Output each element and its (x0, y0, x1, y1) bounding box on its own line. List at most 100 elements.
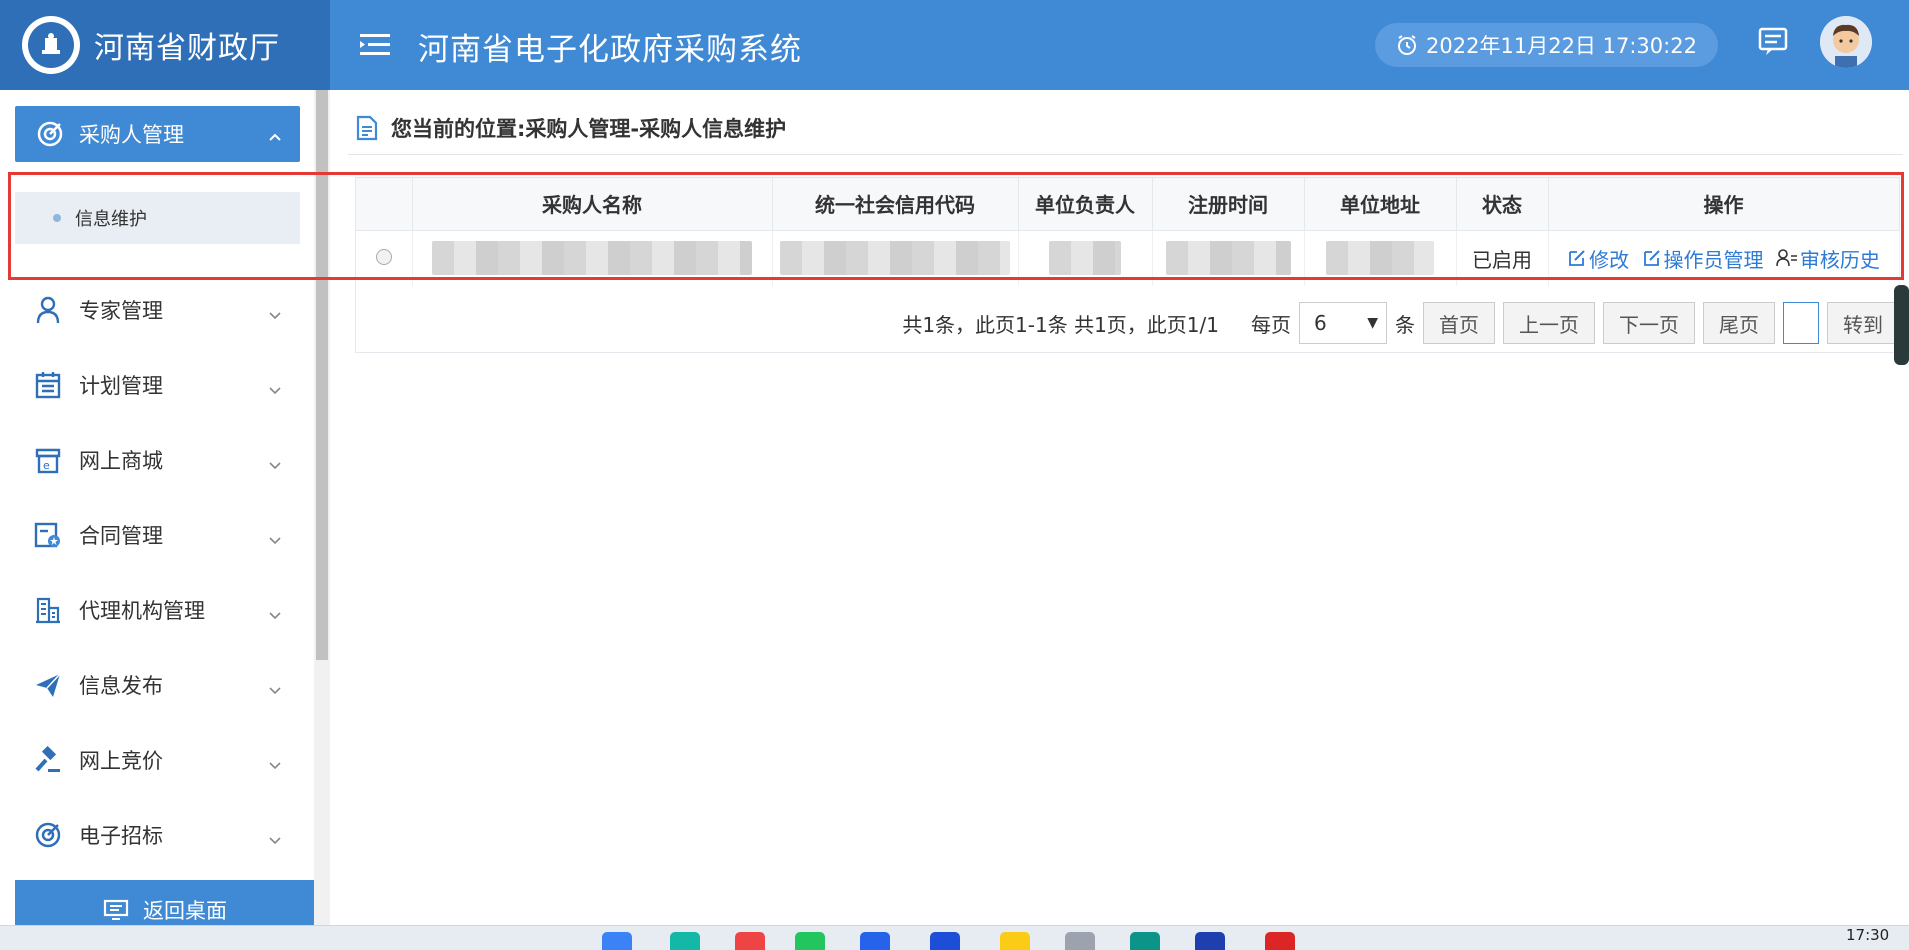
paper-plane-icon (33, 670, 63, 700)
clock-icon (1398, 35, 1417, 55)
avatar[interactable] (1820, 16, 1872, 68)
sidebar-item-label: 信息发布 (79, 674, 163, 698)
goto-button[interactable]: 转到 (1827, 302, 1899, 344)
col-operations: 操作 (1548, 178, 1900, 231)
sidebar-item-purchaser[interactable]: 采购人管理 (15, 106, 300, 162)
bullet-dot (53, 214, 61, 222)
person-icon (33, 295, 63, 325)
redacted-register-time (1165, 241, 1291, 276)
prev-page-button[interactable]: 上一页 (1503, 302, 1595, 344)
chevron-down-icon (268, 527, 282, 551)
os-taskbar: 17:30 (0, 925, 1909, 950)
col-register-time: 注册时间 (1152, 178, 1305, 231)
breadcrumb-text: 您当前的位置:采购人管理-采购人信息维护 (391, 117, 787, 141)
sidebar-item-contract[interactable]: 合同管理 (0, 505, 300, 565)
per-page-value: 6 (1314, 311, 1327, 335)
sidebar-item-label: 网上竞价 (79, 749, 163, 773)
col-purchaser-name: 采购人名称 (412, 178, 773, 231)
document-icon (356, 115, 378, 141)
taskbar-app-icon[interactable] (1195, 932, 1225, 950)
divider (348, 154, 1903, 155)
redacted-unit-head (1049, 241, 1121, 276)
sidebar-item-expert[interactable]: 专家管理 (0, 280, 300, 340)
operator-manage-link[interactable]: 操作员管理 (1642, 244, 1764, 273)
goto-page-input[interactable] (1783, 302, 1819, 344)
per-page-unit: 条 (1395, 312, 1415, 337)
menu-toggle-icon[interactable] (358, 28, 392, 62)
gavel-icon (33, 745, 63, 775)
taskbar-app-icon[interactable] (930, 932, 960, 950)
table-row: 已启用 修改 操作员管理 审核历史 (356, 230, 1900, 286)
sidebar-item-agency[interactable]: 代理机构管理 (0, 580, 300, 640)
chevron-down-icon (268, 827, 282, 851)
audit-history-link[interactable]: 审核历史 (1776, 244, 1880, 273)
sidebar-item-plan[interactable]: 计划管理 (0, 355, 300, 415)
sidebar-item-publish[interactable]: 信息发布 (0, 655, 300, 715)
sidebar-item-etender[interactable]: 电子招标 (0, 805, 300, 865)
col-select (356, 178, 413, 231)
main-content: 您当前的位置:采购人管理-采购人信息维护 采购人名称 统一社会信用代码 单位负责… (330, 90, 1909, 925)
monitor-icon (103, 899, 129, 920)
taskbar-app-icon[interactable] (1130, 932, 1160, 950)
top-header: 河南省财政厅 河南省电子化政府采购系统 2022年11月22日 17:30:22 (0, 0, 1909, 90)
emblem-logo (22, 16, 80, 74)
operator-manage-label: 操作员管理 (1663, 247, 1764, 272)
per-page-select[interactable]: 6 ▼ (1299, 302, 1387, 344)
purchaser-table: 采购人名称 统一社会信用代码 单位负责人 注册时间 单位地址 状态 操作 已启用… (355, 177, 1900, 353)
target-icon (33, 820, 63, 850)
col-unit-head: 单位负责人 (1018, 178, 1153, 231)
chevron-up-icon (268, 123, 282, 147)
audit-history-label: 审核历史 (1799, 247, 1880, 272)
sidebar-item-label: 采购人管理 (79, 123, 184, 147)
sidebar-item-label: 合同管理 (79, 524, 163, 548)
pager-summary: 共1条，此页1-1条 共1页，此页1/1 (902, 312, 1219, 337)
status-cell: 已启用 (1456, 230, 1549, 286)
taskbar-app-icon[interactable] (670, 932, 700, 950)
sidebar-item-mall[interactable]: e 网上商城 (0, 430, 300, 490)
chevron-down-icon (268, 452, 282, 476)
contract-icon (33, 520, 63, 550)
taskbar-app-icon[interactable] (860, 932, 890, 950)
taskbar-app-icon[interactable] (1065, 932, 1095, 950)
col-credit-code: 统一社会信用代码 (772, 178, 1019, 231)
brand-area: 河南省财政厅 (0, 0, 330, 90)
sidebar-item-label: 代理机构管理 (79, 599, 205, 623)
sidebar-item-bidding[interactable]: 网上竞价 (0, 730, 300, 790)
first-page-button[interactable]: 首页 (1423, 302, 1495, 344)
taskbar-app-icon[interactable] (1000, 932, 1030, 950)
col-status: 状态 (1456, 178, 1549, 231)
sidebar-subitem-info-maintenance[interactable]: 信息维护 (15, 192, 300, 244)
sidebar: 采购人管理 信息维护 专家管理 计划管理 e 网上商城 合同管理 代理机构管理 … (0, 90, 330, 940)
store-icon: e (33, 445, 63, 475)
chevron-down-icon (268, 302, 282, 326)
taskbar-app-icon[interactable] (795, 932, 825, 950)
per-page-label: 每页 (1251, 312, 1291, 337)
pagination: 共1条，此页1-1条 共1页，此页1/1 每页 6 ▼ 条 首页 上一页 下一页… (356, 294, 1899, 352)
svg-text:e: e (43, 459, 50, 472)
caret-down-icon: ▼ (1367, 315, 1378, 331)
last-page-button[interactable]: 尾页 (1703, 302, 1775, 344)
taskbar-app-icon[interactable] (1265, 932, 1295, 950)
chevron-down-icon (268, 377, 282, 401)
sidebar-item-label: 计划管理 (79, 374, 163, 398)
chevron-down-icon (268, 752, 282, 776)
edit-icon (1569, 250, 1585, 266)
datetime-text: 2022年11月22日 17:30:22 (1426, 34, 1697, 58)
edit-link[interactable]: 修改 (1567, 244, 1629, 273)
chevron-down-icon (268, 602, 282, 626)
brand-title: 河南省财政厅 (94, 31, 280, 66)
taskbar-clock[interactable]: 17:30 (1846, 926, 1889, 944)
windows-start-icon[interactable] (602, 932, 632, 950)
chevron-down-icon (268, 677, 282, 701)
edit-icon (1643, 250, 1660, 266)
right-edge-widget[interactable] (1894, 285, 1909, 365)
back-desk-label: 返回桌面 (143, 899, 227, 923)
next-page-button[interactable]: 下一页 (1603, 302, 1695, 344)
target-icon (35, 119, 65, 149)
message-icon[interactable] (1756, 25, 1790, 59)
sidebar-scrollbar-thumb[interactable] (316, 90, 328, 660)
sidebar-item-label: 专家管理 (79, 299, 163, 323)
calendar-icon (33, 370, 63, 400)
taskbar-app-icon[interactable] (735, 932, 765, 950)
row-radio[interactable] (375, 249, 392, 266)
